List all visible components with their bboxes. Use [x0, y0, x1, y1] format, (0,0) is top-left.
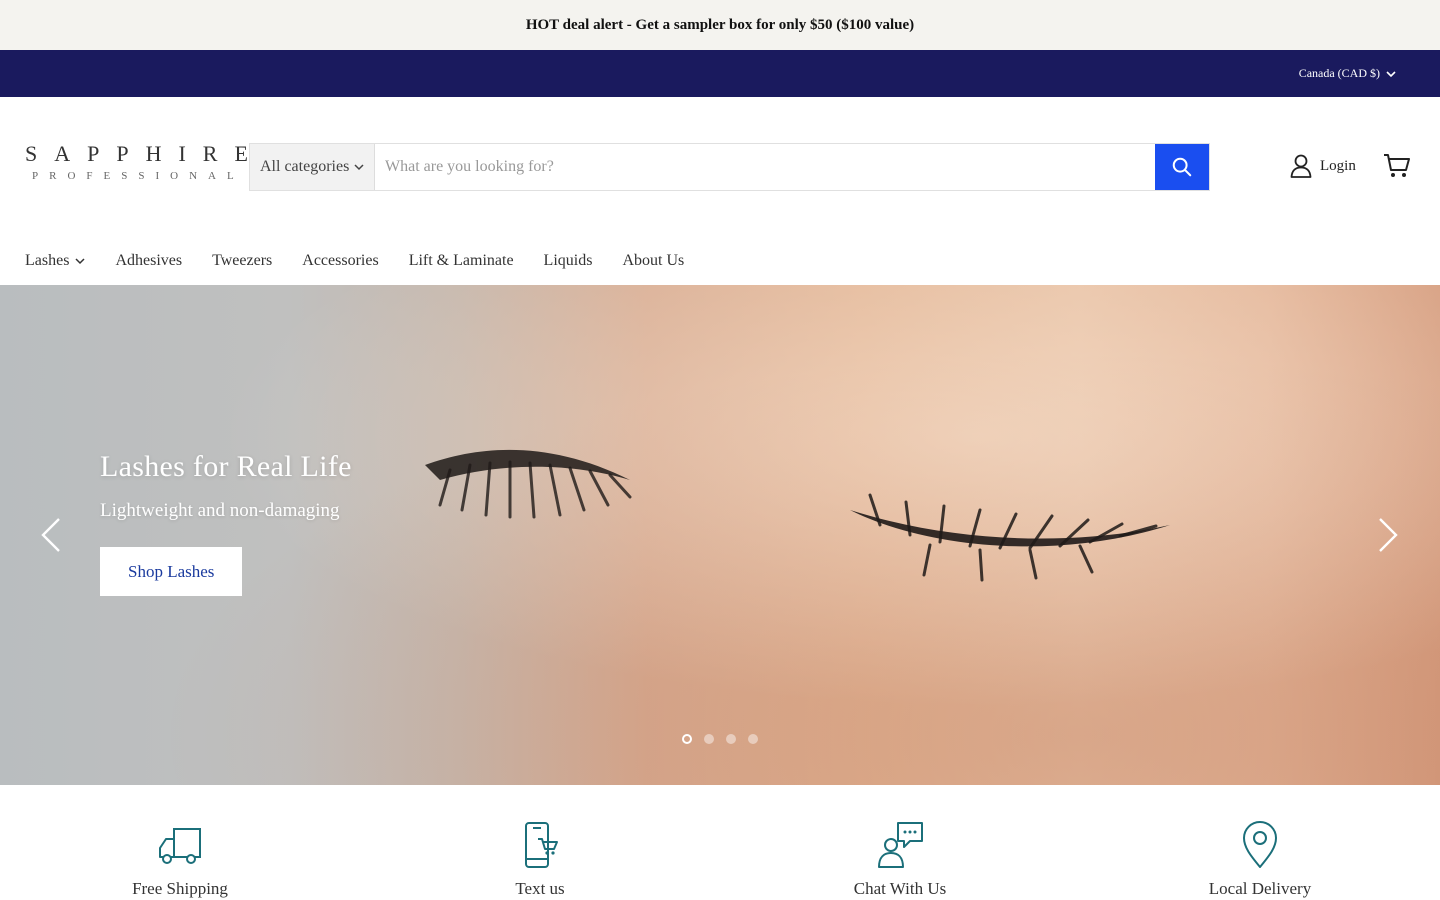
chevron-down-icon [354, 164, 364, 171]
truck-icon [159, 828, 201, 864]
nav-item-accessories[interactable]: Accessories [302, 252, 378, 270]
nav-item-label: Liquids [543, 252, 593, 269]
lash-illustration-left [425, 449, 632, 519]
nav-item-label: Adhesives [115, 252, 183, 269]
chevron-down-icon [75, 258, 85, 265]
nav-item-label: Lashes [25, 252, 70, 269]
nav-item-tweezers[interactable]: Tweezers [212, 252, 272, 270]
slide-prev-button[interactable] [40, 517, 62, 553]
logo[interactable]: SAPPHIRE PROFESSIONAL [25, 141, 265, 183]
slide-next-button[interactable] [1377, 517, 1399, 553]
login-label: Login [1320, 157, 1356, 174]
login-link[interactable]: Login [1290, 154, 1356, 178]
utility-bar: Canada (CAD $) [0, 50, 1440, 97]
hero-content: Lashes for Real Life Lightweight and non… [100, 450, 352, 596]
chevron-right-icon [1379, 518, 1398, 552]
nav-item-adhesives[interactable]: Adhesives [115, 252, 182, 270]
slide-dot[interactable] [704, 734, 714, 744]
nav-item-about-us[interactable]: About Us [622, 252, 684, 270]
nav-item-liquids[interactable]: Liquids [544, 252, 593, 270]
search-input[interactable] [375, 144, 1155, 190]
announcement-text: HOT deal alert - Get a sampler box for o… [525, 16, 915, 33]
chevron-down-icon [1386, 70, 1396, 77]
chevron-left-icon [41, 518, 60, 552]
search-category-select[interactable]: All categories [250, 144, 375, 190]
cart-button[interactable] [1383, 153, 1411, 179]
slide-dot[interactable] [748, 734, 758, 744]
feature-label: Local Delivery [1208, 879, 1312, 898]
phone-cart-icon [525, 822, 558, 868]
feature-label: Free Shipping [132, 879, 228, 898]
feature-label: Chat With Us [853, 879, 947, 898]
feature-strip: Free Shipping Text us Chat With Us Local… [0, 785, 1440, 900]
nav-item-label: About Us [622, 252, 685, 269]
nav-item-label: Tweezers [212, 252, 273, 269]
currency-label: Canada (CAD $) [1298, 66, 1380, 80]
user-icon [1290, 154, 1312, 178]
map-pin-icon [1243, 821, 1277, 868]
hero-title: Lashes for Real Life [100, 450, 352, 483]
logo-wordmark: SAPPHIRE [25, 141, 265, 166]
site-header: SAPPHIRE PROFESSIONAL All categories Log… [0, 97, 1440, 237]
logo-tagline: PROFESSIONAL [32, 170, 245, 182]
feature-label: Text us [515, 879, 565, 898]
feature-text-us[interactable]: Text us [360, 785, 720, 900]
feature-local-delivery[interactable]: Local Delivery [1080, 785, 1440, 900]
search-category-label: All categories [260, 158, 350, 175]
search-icon [1172, 157, 1192, 177]
nav-item-lashes[interactable]: Lashes [25, 252, 85, 270]
search-button[interactable] [1155, 144, 1209, 190]
hero-slideshow: Lashes for Real Life Lightweight and non… [0, 285, 1440, 785]
lash-illustration-right [850, 493, 1170, 582]
cart-icon [1384, 154, 1410, 177]
feature-free-shipping[interactable]: Free Shipping [0, 785, 360, 900]
slide-dot[interactable] [726, 734, 736, 744]
nav-item-label: Lift & Laminate [408, 252, 514, 269]
chat-person-icon [878, 822, 923, 868]
slide-dot[interactable] [682, 734, 692, 744]
search-bar: All categories [249, 143, 1210, 191]
slide-dots [682, 734, 758, 744]
nav-item-lift-laminate[interactable]: Lift & Laminate [409, 252, 514, 270]
announcement-bar: HOT deal alert - Get a sampler box for o… [0, 0, 1440, 50]
feature-chat-with-us[interactable]: Chat With Us [720, 785, 1080, 900]
nav-item-label: Accessories [302, 252, 379, 269]
currency-selector[interactable]: Canada (CAD $) [1299, 66, 1396, 81]
main-nav: Lashes Adhesives Tweezers Accessories Li… [0, 237, 1440, 285]
hero-subtitle: Lightweight and non-damaging [100, 500, 340, 521]
shop-lashes-button[interactable]: Shop Lashes [100, 547, 243, 596]
